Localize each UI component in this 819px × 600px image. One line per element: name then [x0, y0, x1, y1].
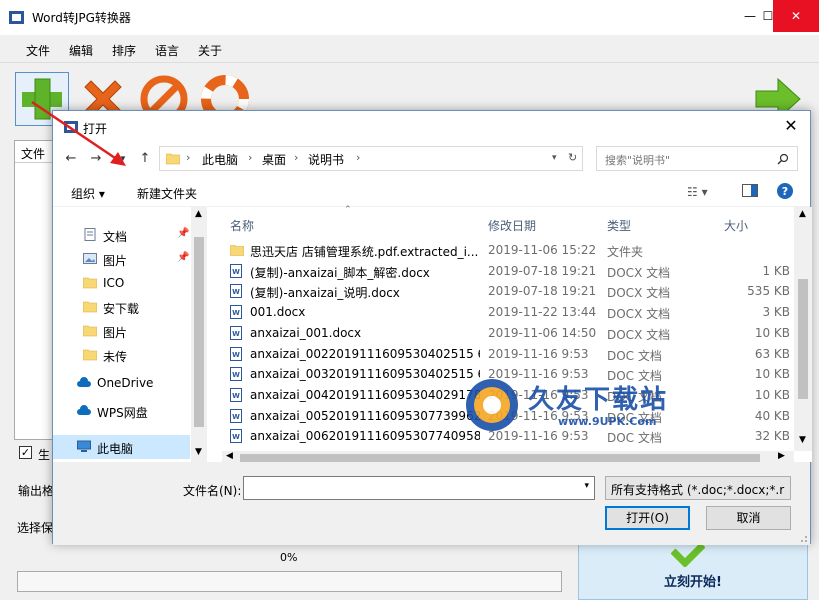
annotation-arrow	[31, 100, 126, 166]
